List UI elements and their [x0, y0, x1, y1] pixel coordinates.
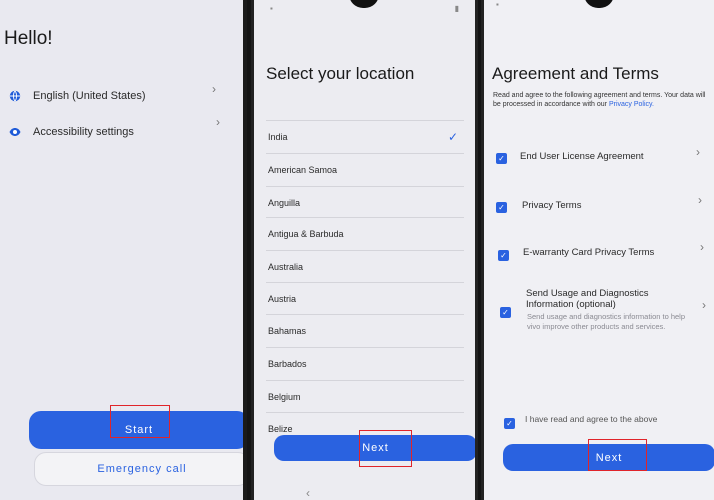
list-item[interactable]: Belgium [266, 380, 464, 412]
chevron-right-icon[interactable]: › [702, 298, 706, 312]
hello-screen: Hello! English (United States) › Accessi… [0, 0, 247, 500]
location-label: American Samoa [268, 164, 338, 175]
page-title: Agreement and Terms [492, 64, 659, 83]
list-item[interactable]: Austria [266, 282, 464, 314]
subtitle-text: Read and agree to the following agreemen… [493, 92, 706, 108]
location-label: Anguilla [268, 197, 301, 208]
location-label: Bahamas [268, 325, 307, 336]
agree-all-label[interactable]: I have read and agree to the above [525, 414, 657, 424]
highlight-box [588, 439, 647, 471]
list-item[interactable]: Bahamas [266, 314, 464, 346]
chevron-right-icon[interactable]: › [696, 145, 700, 159]
list-item[interactable]: Barbados [266, 347, 464, 379]
camera-notch [584, 0, 614, 8]
checkbox-privacy-terms[interactable]: ✓ [496, 202, 507, 213]
language-setting[interactable]: English (United States) [9, 90, 146, 102]
chevron-right-icon: › [216, 115, 220, 129]
globe-icon [9, 90, 21, 102]
status-icon: ▪ [496, 0, 499, 9]
privacy-policy-link[interactable]: Privacy Policy. [609, 101, 654, 108]
emergency-call-button[interactable]: Emergency call [34, 452, 243, 486]
list-item[interactable]: Antigua & Barbuda [266, 217, 464, 249]
agreement-screen: ▪ Agreement and Terms Read and agree to … [481, 0, 714, 500]
checkbox-agree-all[interactable]: ✓ [504, 418, 515, 429]
accessibility-label: Accessibility settings [33, 126, 134, 138]
chevron-right-icon: › [212, 82, 216, 96]
location-label: Barbados [268, 358, 307, 369]
location-label: Belize [268, 423, 293, 434]
emergency-call-label: Emergency call [97, 463, 187, 475]
agreement-subtitle: Read and agree to the following agreemen… [493, 91, 708, 109]
language-label: English (United States) [33, 90, 146, 102]
location-screen: ▪ ▮ Select your location India ✓ America… [251, 0, 478, 500]
back-arrow-icon[interactable]: ‹ [306, 486, 310, 500]
camera-notch [349, 0, 379, 8]
location-label: Austria [268, 293, 297, 304]
e-warranty-label[interactable]: E-warranty Card Privacy Terms [523, 247, 654, 258]
usage-diagnostics-description: Send usage and diagnostics information t… [527, 312, 686, 331]
chevron-right-icon[interactable]: › [700, 240, 704, 254]
accessibility-setting[interactable]: Accessibility settings [9, 126, 134, 138]
eye-icon [9, 126, 21, 138]
check-icon: ✓ [447, 129, 458, 144]
list-item[interactable]: Australia [266, 250, 464, 282]
highlight-box [359, 430, 412, 467]
list-item[interactable]: American Samoa [266, 153, 464, 185]
usage-diagnostics-label[interactable]: Send Usage and Diagnostics Information (… [526, 288, 676, 310]
checkbox-usage-diagnostics[interactable]: ✓ [500, 307, 511, 318]
location-label: Belgium [268, 391, 301, 402]
highlight-box [110, 405, 170, 438]
location-label: India [268, 131, 288, 142]
privacy-terms-label[interactable]: Privacy Terms [522, 200, 581, 211]
eula-label[interactable]: End User License Agreement [520, 151, 644, 162]
battery-icon: ▮ [454, 4, 459, 13]
checkbox-eula[interactable]: ✓ [496, 153, 507, 164]
page-title: Hello! [4, 28, 53, 49]
chevron-right-icon[interactable]: › [698, 193, 702, 207]
location-label: Australia [268, 261, 304, 272]
checkbox-e-warranty[interactable]: ✓ [498, 250, 509, 261]
list-item[interactable]: India ✓ [266, 120, 464, 152]
page-title: Select your location [266, 64, 415, 83]
list-item[interactable]: Anguilla [266, 186, 464, 218]
location-label: Antigua & Barbuda [268, 228, 344, 239]
status-icon: ▪ [270, 4, 273, 13]
